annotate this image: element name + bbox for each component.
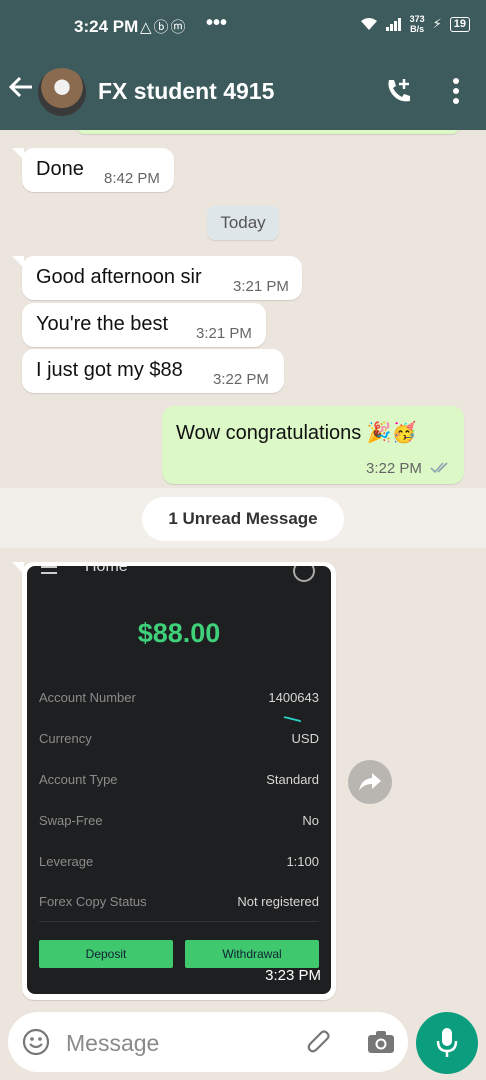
notification-icons: △ⓑⓜ (140, 19, 188, 36)
message-incoming[interactable]: You're the best 3:21 PM (22, 303, 266, 347)
arrow-left-icon (8, 76, 32, 98)
withdrawal-button: Withdrawal (185, 940, 319, 968)
net-speed-value: 373 (409, 14, 425, 24)
row-value: Standard (266, 772, 319, 787)
attach-button[interactable] (306, 1028, 334, 1056)
status-time: 3:24 PM (74, 17, 139, 36)
row-label: Forex Copy Status (39, 894, 147, 909)
message-text: I just got my $88 (36, 359, 183, 381)
row-label: Account Type (39, 772, 118, 787)
forward-icon (359, 773, 381, 791)
divider (39, 921, 319, 922)
add-call-button[interactable] (384, 76, 414, 106)
message-text: Done (36, 158, 84, 180)
row-value: No (302, 813, 319, 828)
message-text: You're the best (36, 313, 169, 335)
status-right: 373 B/s ⚡ 19 (360, 14, 470, 34)
menu-button[interactable] (444, 76, 468, 106)
image-message[interactable]: Home $88.00 Account Number 1400643 Curre… (22, 562, 336, 1000)
more-vertical-icon (453, 78, 459, 104)
read-receipt-icon (430, 462, 448, 474)
message-incoming[interactable]: Good afternoon sir 3:21 PM (22, 256, 302, 300)
camera-button[interactable] (366, 1028, 396, 1056)
shared-screenshot[interactable]: Home $88.00 Account Number 1400643 Curre… (27, 566, 331, 994)
bubble-tail (12, 148, 24, 160)
forward-button[interactable] (348, 760, 392, 804)
info-row: Account Type Standard (39, 772, 319, 792)
mic-icon (436, 1028, 458, 1057)
profile-icon (293, 566, 315, 582)
screenshot-title: Home (85, 566, 128, 575)
avatar[interactable] (38, 68, 86, 116)
deposit-button: Deposit (39, 940, 173, 968)
charging-icon: ⚡ (432, 16, 442, 31)
row-label: Currency (39, 731, 92, 746)
info-row: Currency USD (39, 731, 319, 751)
balance-amount: $88.00 (137, 618, 221, 648)
signal-icon (385, 18, 401, 31)
message-text: Wow congratulations 🎉🥳 (176, 422, 417, 444)
info-row: Swap-Free No (39, 813, 319, 833)
mic-button[interactable] (416, 1012, 478, 1074)
row-value: 1400643 (268, 690, 319, 705)
message-input-bar[interactable]: Message (8, 1012, 408, 1072)
message-outgoing[interactable]: Wow congratulations 🎉🥳 3:22 PM (162, 406, 464, 484)
message-time: 3:22 PM (366, 460, 422, 477)
message-incoming[interactable]: I just got my $88 3:22 PM (22, 349, 284, 393)
emoji-icon (22, 1028, 50, 1056)
bubble-tail (12, 562, 24, 574)
row-label: Leverage (39, 854, 94, 869)
bubble-tail (12, 256, 24, 268)
message-time: 3:23 PM (265, 967, 321, 984)
row-label: Swap-Free (39, 813, 103, 828)
emoji-button[interactable] (22, 1028, 50, 1056)
paperclip-icon (307, 1030, 330, 1053)
battery-level: 19 (449, 16, 470, 32)
unread-divider: 1 Unread Message (142, 497, 344, 541)
chat-header: FX student 4915 (0, 52, 486, 130)
net-speed: 373 B/s (410, 14, 425, 34)
chat-area[interactable]: Done 8:42 PM Today Good afternoon sir 3:… (0, 130, 486, 1008)
contact-name[interactable]: FX student 4915 (98, 78, 274, 105)
message-input[interactable]: Message (66, 1030, 159, 1057)
message-text: Good afternoon sir (36, 266, 202, 288)
message-time: 3:21 PM (196, 325, 252, 342)
net-speed-unit: B/s (410, 24, 425, 34)
date-divider: Today (207, 206, 279, 240)
message-time: 8:42 PM (104, 170, 160, 187)
camera-icon (368, 1031, 394, 1053)
row-value: Not registered (237, 894, 319, 909)
row-label: Account Number (39, 690, 136, 705)
status-bar: 3:24 PM △ⓑⓜ ••• 373 B/s ⚡ 19 (0, 0, 486, 52)
wifi-icon (360, 18, 377, 30)
info-row: Account Number 1400643 (39, 690, 319, 710)
info-row: Leverage 1:100 (39, 854, 319, 874)
tick-mark (282, 715, 302, 727)
info-row: Forex Copy Status Not registered (39, 894, 319, 914)
hamburger-icon (41, 566, 57, 574)
row-value: 1:100 (286, 854, 319, 869)
message-incoming[interactable]: Done 8:42 PM (22, 148, 174, 192)
more-notifications-icon: ••• (206, 12, 228, 34)
message-time: 3:22 PM (213, 371, 269, 388)
add-call-icon (388, 79, 410, 102)
row-value: USD (291, 731, 319, 746)
previous-message-edge (76, 130, 460, 134)
message-time: 3:21 PM (233, 278, 289, 295)
back-button[interactable] (8, 74, 36, 104)
